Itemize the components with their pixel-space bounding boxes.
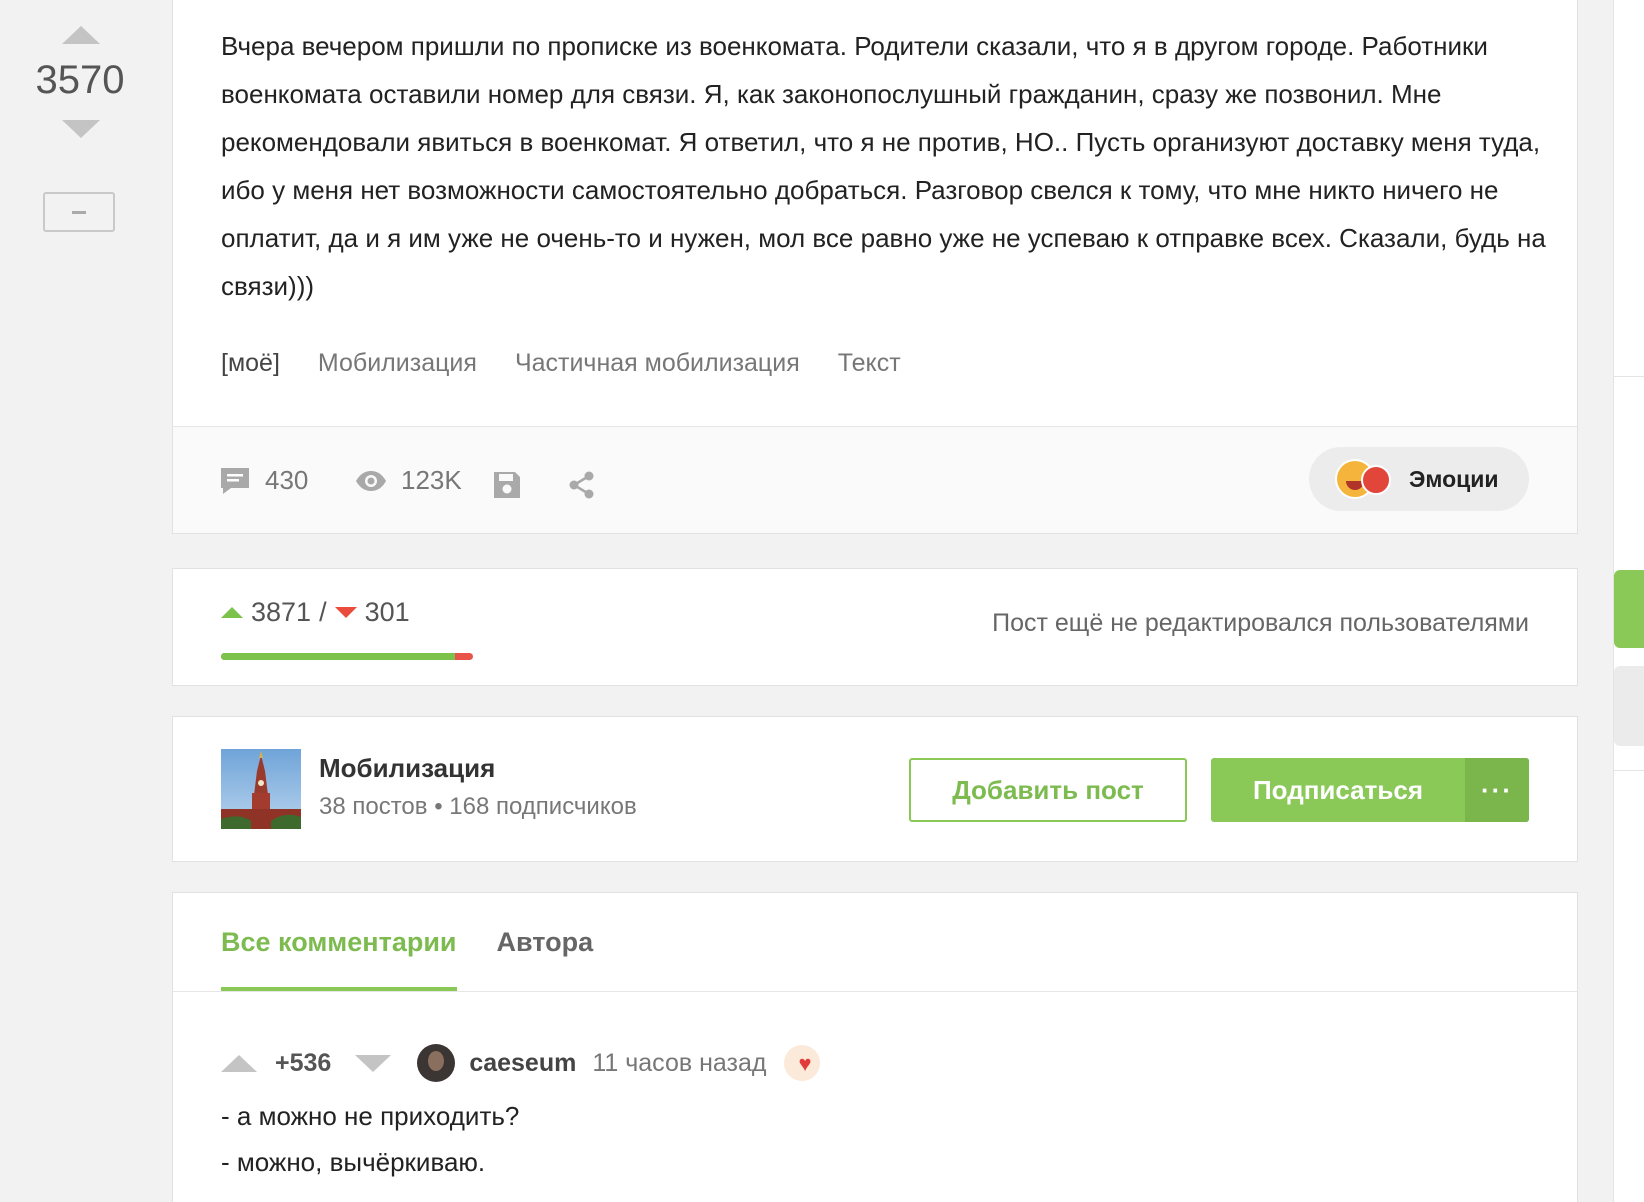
emotions-button[interactable]: Эмоции (1309, 447, 1529, 511)
post-tags: [моё] Мобилизация Частичная мобилизация … (221, 349, 901, 378)
comment-line: - можно, вычёркиваю. (221, 1147, 486, 1177)
comment-author[interactable]: caeseum (469, 1049, 576, 1078)
rating-progress-bar (221, 653, 473, 660)
comment-header: +536 caeseum 11 часов назад (221, 1041, 821, 1085)
sidebar-edge (1613, 0, 1644, 1202)
subscribe-button[interactable]: Подписаться (1211, 758, 1465, 822)
collapse-post-button[interactable] (43, 192, 115, 232)
emotions-label: Эмоции (1409, 465, 1499, 492)
plus-count: 3871 (251, 597, 312, 627)
save-icon[interactable] (493, 471, 521, 499)
community-meta: 38 постов • 168 подписчиков (319, 793, 637, 820)
subscribe-button-group: Подписаться ··· (1211, 758, 1529, 822)
sidebar-tab-gray[interactable] (1614, 666, 1644, 746)
comments-stat[interactable]: 430 (219, 465, 308, 496)
post-rating-rail: 3570 (0, 0, 160, 1202)
rating-card: 3871 / 301 Пост ещё не редактировался по… (172, 568, 1578, 686)
heart-award-icon (784, 1045, 821, 1081)
avatar[interactable] (417, 1044, 456, 1082)
tag-text[interactable]: Текст (838, 349, 901, 378)
comment-time[interactable]: 11 часов назад (592, 1049, 766, 1078)
comments-card: Все комментарии Автора +536 caeseum 11 ч… (172, 892, 1578, 1202)
vote-counts: 3871 / 301 (221, 597, 410, 628)
community-name[interactable]: Мобилизация (319, 753, 495, 784)
comment-upvote-icon[interactable] (221, 1054, 257, 1072)
views-stat: 123K (355, 465, 462, 496)
tag-mine[interactable]: [моё] (221, 349, 280, 378)
sidebar-tab-green[interactable] (1614, 570, 1644, 648)
share-icon[interactable] (569, 471, 595, 499)
comments-count: 430 (265, 465, 309, 495)
edit-status-note: Пост ещё не редактировался пользователям… (992, 609, 1529, 637)
tab-author-comments[interactable]: Автора (497, 927, 594, 978)
comment-icon (221, 467, 249, 494)
vote-separator: / (319, 597, 327, 627)
community-avatar[interactable] (221, 749, 301, 829)
comment-score: +536 (275, 1048, 332, 1077)
post-card: Вчера вечером пришли по прописке из воен… (172, 0, 1578, 534)
upvote-arrow-icon[interactable] (62, 26, 100, 44)
post-score: 3570 (35, 58, 125, 102)
tab-all-comments[interactable]: Все комментарии (221, 927, 457, 991)
eye-icon (356, 470, 386, 491)
post-text: Вчера вечером пришли по прописке из воен… (221, 31, 1546, 301)
comment-downvote-icon[interactable] (355, 1054, 392, 1072)
tag-mobilization[interactable]: Мобилизация (318, 349, 477, 378)
add-post-button[interactable]: Добавить пост (909, 758, 1187, 822)
more-options-button[interactable]: ··· (1465, 758, 1529, 822)
comment-body: - а можно не приходить? - можно, вычёрки… (221, 1093, 519, 1185)
downvote-arrow-icon[interactable] (62, 120, 100, 138)
comment-line: - а можно не приходить? (221, 1101, 520, 1131)
community-card: Мобилизация 38 постов • 168 подписчиков … (172, 716, 1578, 862)
tag-partial-mobilization[interactable]: Частичная мобилизация (515, 349, 800, 378)
views-count: 123K (401, 465, 462, 495)
post-actions-bar: 430 123K Эмоции (173, 427, 1577, 533)
minus-count: 301 (364, 597, 410, 627)
comments-tabs: Все комментарии Автора (221, 927, 594, 991)
minus-triangle-icon (334, 607, 357, 618)
emotion-faces-icon (1335, 457, 1397, 501)
plus-triangle-icon (221, 607, 243, 618)
